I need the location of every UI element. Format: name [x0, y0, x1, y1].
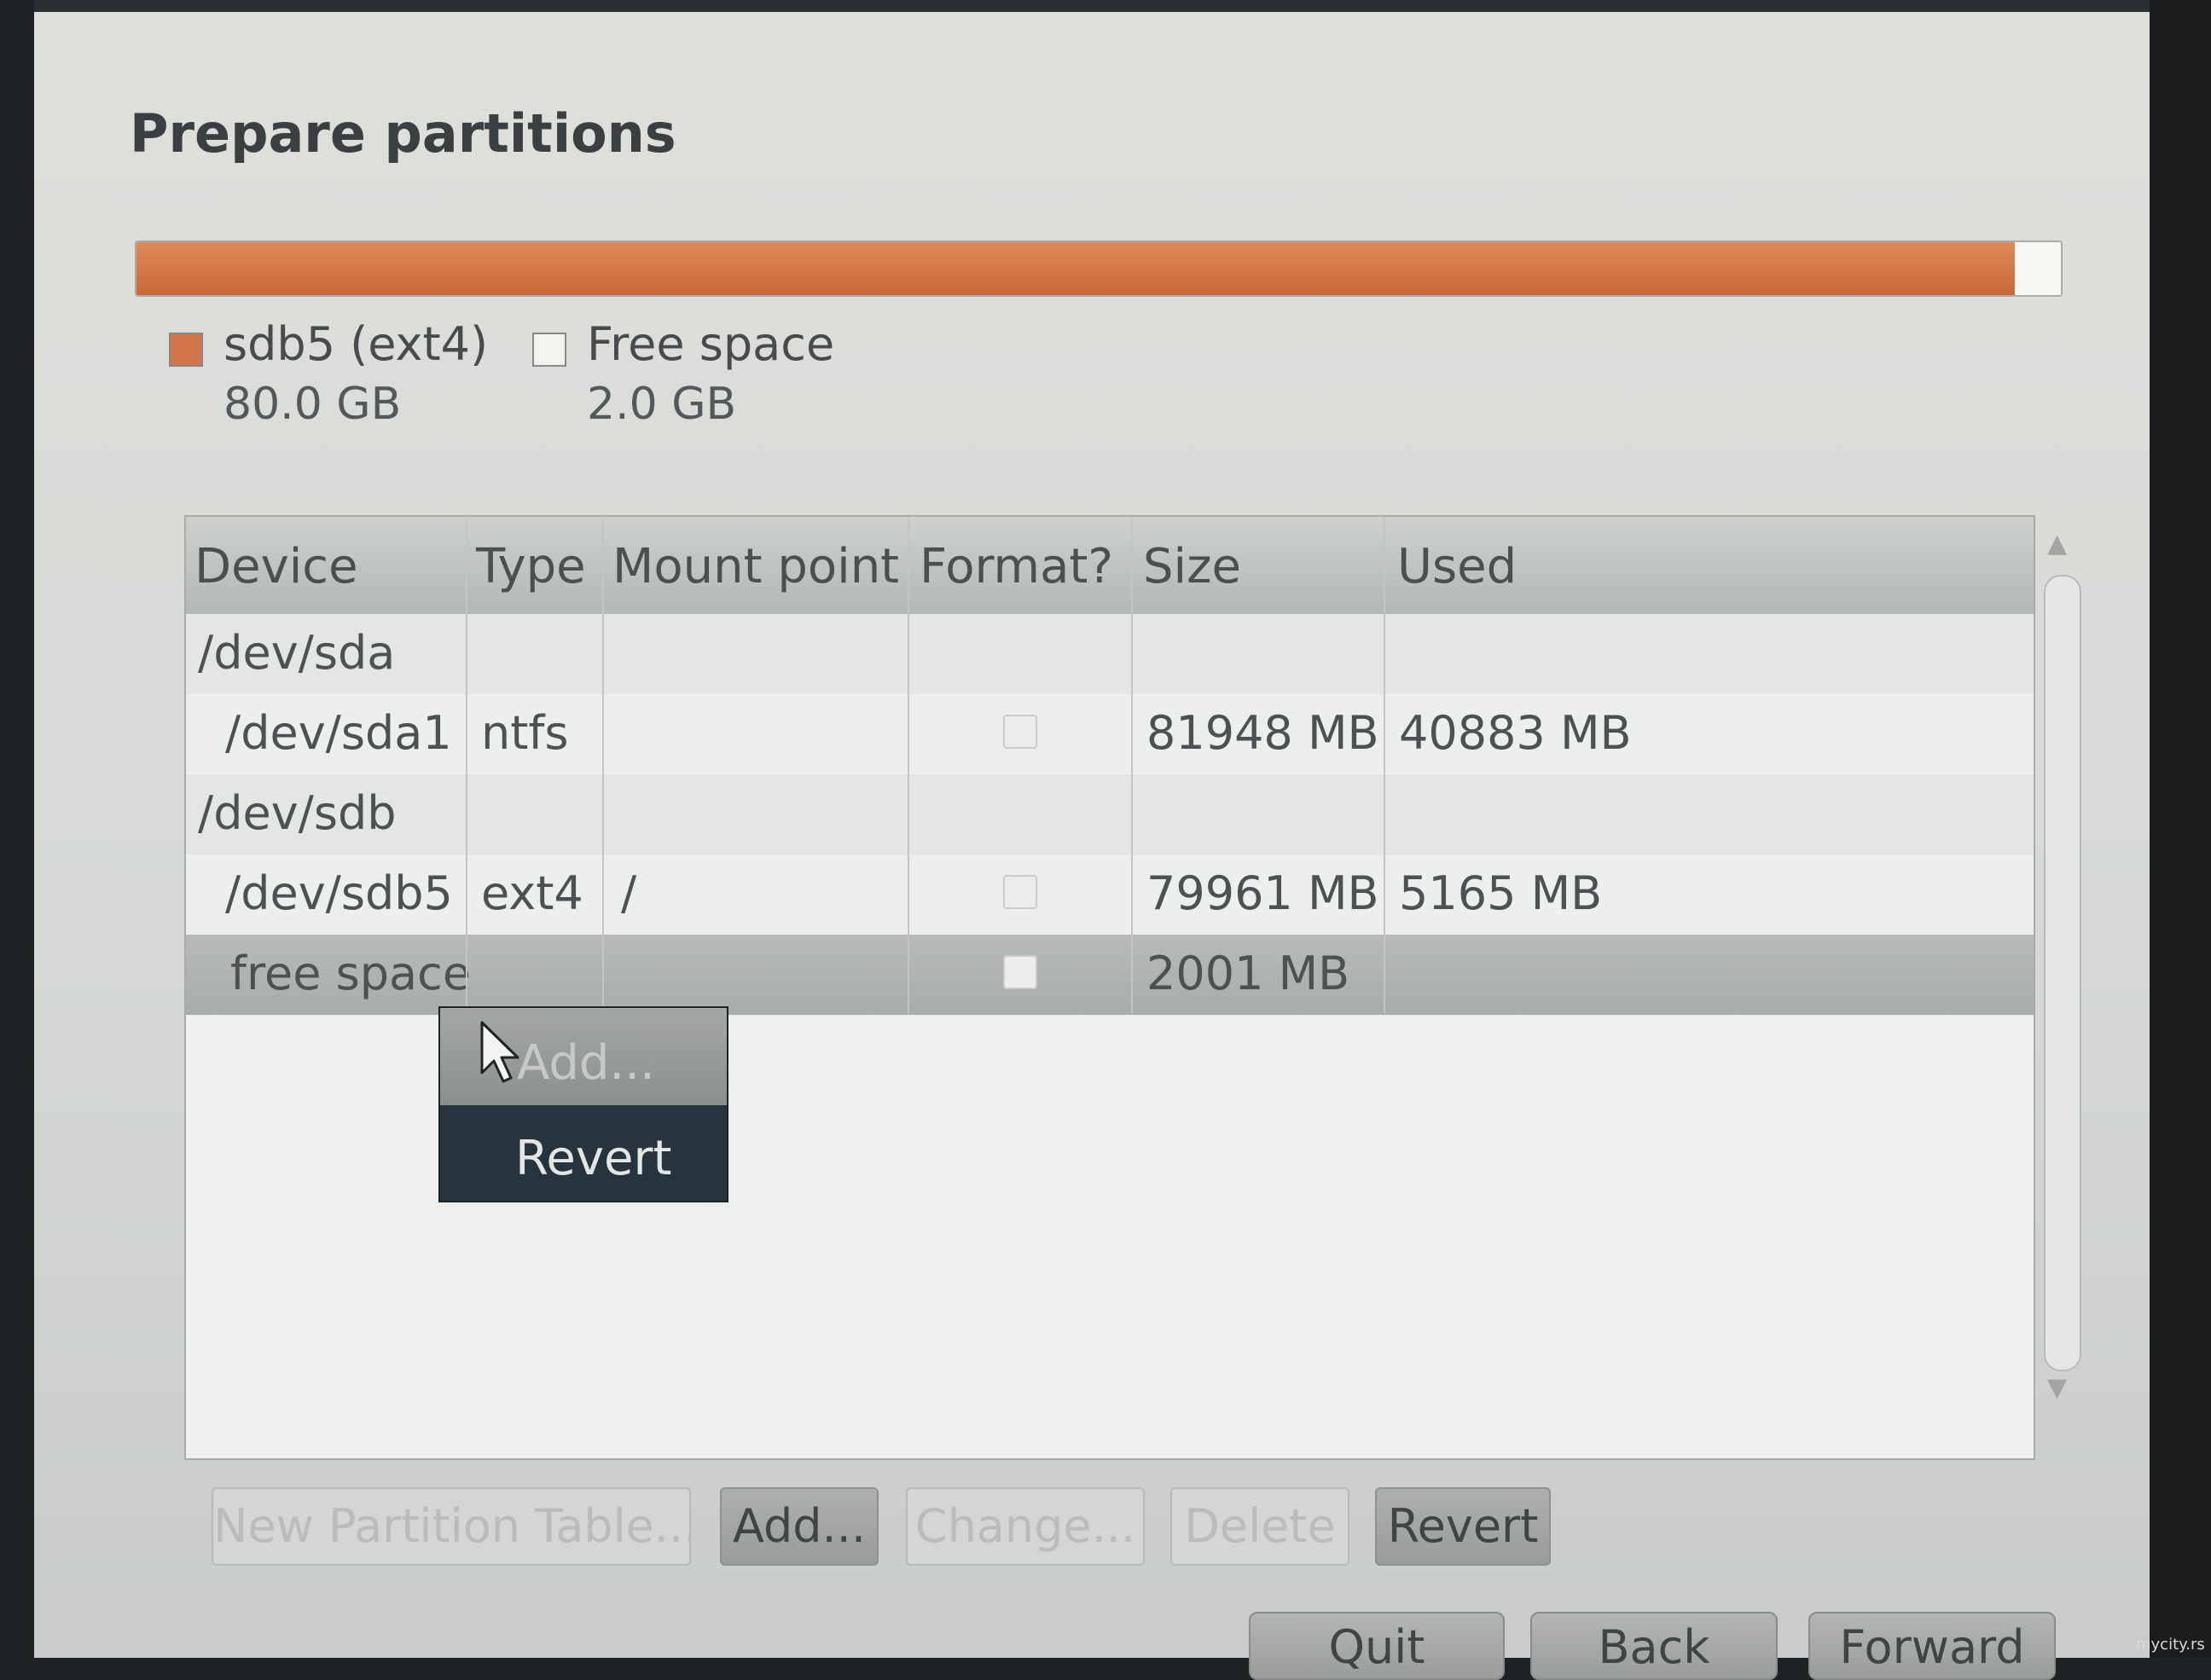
- cell-size: 81948 MB: [1146, 706, 1379, 760]
- legend-sdb5-size: 80.0 GB: [223, 379, 402, 430]
- sdb5-partition-segment: [136, 242, 2015, 295]
- partition-table[interactable]: Device Type Mount point Format? Size Use…: [184, 515, 2035, 1460]
- cell-device: /dev/sdb5: [225, 866, 453, 920]
- context-menu-revert-label: Revert: [515, 1131, 672, 1186]
- cell-type: ntfs: [481, 706, 569, 760]
- watermark: mycity.rs: [2136, 1636, 2205, 1654]
- free-space-segment: [2014, 242, 2061, 295]
- table-row[interactable]: /dev/sdb: [186, 774, 2034, 854]
- column-header-mount-point[interactable]: Mount point: [612, 539, 899, 594]
- legend-sdb5-label: sdb5 (ext4): [223, 317, 489, 371]
- legend-free-space-label: Free space: [587, 317, 835, 371]
- column-divider: [466, 517, 467, 1013]
- context-menu-revert[interactable]: Revert: [440, 1105, 727, 1201]
- screen-bezel: [2150, 0, 2211, 1658]
- column-header-device[interactable]: Device: [194, 539, 358, 594]
- page-title: Prepare partitions: [130, 102, 676, 165]
- cell-size: 2001 MB: [1146, 947, 1350, 1000]
- cell-used: 40883 MB: [1399, 706, 1632, 760]
- scroll-down-arrow-icon[interactable]: ▼: [2047, 1373, 2067, 1403]
- format-checkbox[interactable]: [1003, 955, 1037, 989]
- column-divider: [1131, 517, 1133, 1013]
- table-row-selected[interactable]: free space 2001 MB: [186, 935, 2034, 1015]
- context-menu-add-label: Add...: [517, 1035, 655, 1091]
- column-header-size[interactable]: Size: [1143, 539, 1241, 594]
- cell-size: 79961 MB: [1146, 866, 1379, 920]
- format-checkbox[interactable]: [1003, 875, 1037, 909]
- table-row[interactable]: /dev/sdb5 ext4 / 79961 MB 5165 MB: [186, 854, 2034, 935]
- cell-device: /dev/sdb: [198, 786, 397, 840]
- table-scrollbar[interactable]: ▲ ▼: [2039, 529, 2085, 1416]
- format-checkbox[interactable]: [1003, 715, 1037, 749]
- cell-device: free space: [230, 947, 472, 1000]
- add-button[interactable]: Add...: [720, 1487, 879, 1566]
- change-button[interactable]: Change...: [906, 1487, 1145, 1566]
- quit-button[interactable]: Quit: [1249, 1612, 1505, 1680]
- column-header-used[interactable]: Used: [1397, 539, 1517, 594]
- arrow-cursor-icon: [480, 1021, 519, 1083]
- sdb5-color-swatch: [169, 333, 203, 367]
- column-divider: [908, 517, 909, 1013]
- cell-device: /dev/sda1: [225, 706, 452, 760]
- cell-device: /dev/sda: [198, 626, 396, 680]
- forward-button[interactable]: Forward: [1808, 1612, 2056, 1680]
- legend-free-space-size: 2.0 GB: [587, 379, 737, 430]
- column-header-format[interactable]: Format?: [920, 539, 1113, 594]
- delete-button[interactable]: Delete: [1170, 1487, 1349, 1566]
- cell-used: 5165 MB: [1399, 866, 1603, 920]
- revert-button[interactable]: Revert: [1375, 1487, 1551, 1566]
- window-top-edge: [34, 0, 2150, 12]
- cell-type: ext4: [481, 866, 583, 920]
- installer-window: Prepare partitions sdb5 (ext4) 80.0 GB F…: [34, 0, 2150, 1680]
- free-space-color-swatch: [532, 333, 566, 367]
- column-header-type[interactable]: Type: [476, 539, 586, 594]
- scroll-up-arrow-icon[interactable]: ▲: [2047, 529, 2067, 559]
- column-divider: [602, 517, 604, 1013]
- table-header: Device Type Mount point Format? Size Use…: [186, 517, 2034, 614]
- scrollbar-thumb[interactable]: [2044, 575, 2081, 1371]
- new-partition-table-button[interactable]: New Partition Table...: [212, 1487, 691, 1566]
- back-button[interactable]: Back: [1530, 1612, 1778, 1680]
- column-divider: [1384, 517, 1385, 1013]
- table-row[interactable]: /dev/sda1 ntfs 81948 MB 40883 MB: [186, 694, 2034, 774]
- partition-usage-bar: [135, 240, 2063, 297]
- table-row[interactable]: /dev/sda: [186, 614, 2034, 694]
- cell-mount-point: /: [621, 866, 637, 920]
